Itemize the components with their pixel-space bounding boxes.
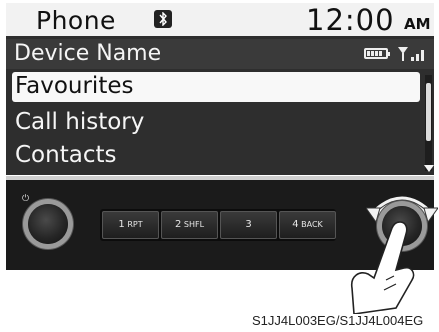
menu-item-contacts[interactable]: Contacts — [12, 141, 420, 171]
status-bar: Phone 12:00 AM — [6, 3, 434, 37]
menu-item-label: Call history — [15, 109, 145, 135]
figure-caption: S1JJ4L003EG/S1JJ4L004EG — [252, 313, 424, 328]
preset-label: BACK — [301, 220, 323, 229]
screen-title: Phone — [36, 6, 116, 35]
clock-time: 12:00 — [306, 3, 395, 37]
menu-item-label: Contacts — [15, 142, 117, 168]
preset-button-3[interactable]: 3 — [220, 211, 277, 239]
pointing-hand-icon — [350, 221, 415, 314]
preset-number: 1 — [118, 219, 125, 230]
device-row: Device Name — [6, 39, 434, 69]
scrollbar-thumb[interactable] — [426, 83, 431, 141]
menu-item-label: Favourites — [15, 73, 134, 99]
power-icon: ⏻ — [22, 194, 30, 204]
power-volume-knob[interactable] — [28, 204, 68, 244]
menu-item-favourites[interactable]: Favourites — [12, 72, 420, 102]
preset-label: SHFL — [183, 220, 205, 229]
preset-number: 4 — [292, 219, 299, 230]
battery-icon — [364, 48, 390, 59]
scroll-down-icon[interactable] — [424, 165, 434, 172]
menu-item-call-history[interactable]: Call history — [12, 108, 420, 138]
signal-bars-icon — [398, 47, 424, 61]
preset-number: 2 — [174, 219, 182, 230]
preset-number: 3 — [245, 219, 252, 230]
preset-button-2[interactable]: 2 SHFL — [161, 211, 218, 239]
preset-button-1[interactable]: 1 RPT — [102, 211, 159, 239]
device-name: Device Name — [14, 41, 162, 66]
bluetooth-icon — [154, 10, 172, 28]
display-screen: Phone 12:00 AM Device Name Favourites Ca… — [6, 3, 434, 175]
clock-ampm: AM — [404, 15, 431, 33]
preset-button-4[interactable]: 4 BACK — [279, 211, 336, 239]
preset-button-group: 1 RPT 2 SHFL 3 4 BACK — [100, 209, 336, 241]
preset-label: RPT — [127, 220, 143, 229]
